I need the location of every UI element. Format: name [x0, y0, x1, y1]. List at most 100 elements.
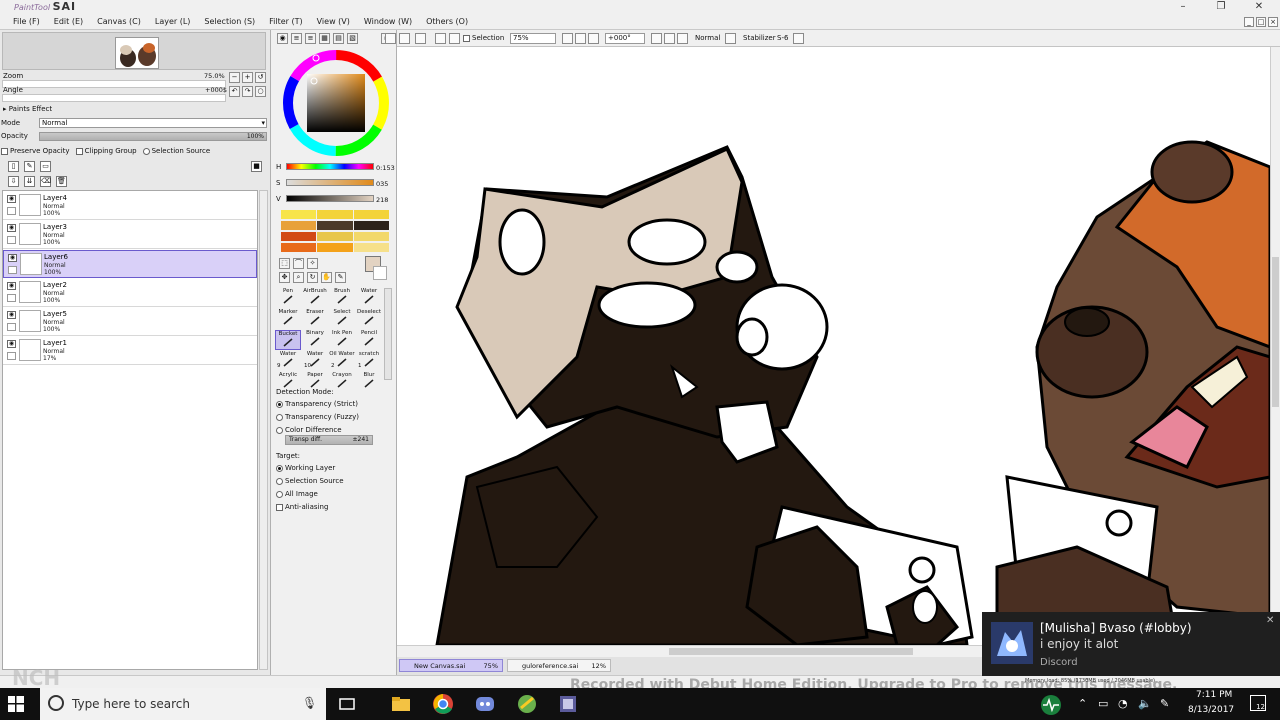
clipping-group-checkbox[interactable]: Clipping Group — [75, 147, 137, 155]
select-rect-icon[interactable]: ⬚ — [279, 258, 290, 269]
close-icon[interactable]: ✕ — [1266, 615, 1274, 626]
menu-item[interactable]: Edit (E) — [47, 16, 90, 28]
toolbar-zoom-out-icon[interactable] — [562, 33, 573, 44]
vertical-scroll-thumb[interactable] — [1272, 257, 1279, 407]
layer-panel-menu-icon[interactable]: ■ — [251, 161, 262, 172]
tool-button[interactable]: Pen — [275, 288, 301, 308]
tool-button[interactable]: Binary — [302, 330, 328, 350]
task-view-icon[interactable] — [336, 693, 358, 715]
tool-button[interactable]: Brush — [329, 288, 355, 308]
discord-notification[interactable]: [Mulisha] Bvaso (#lobby) i enjoy it alot… — [982, 612, 1280, 676]
horizontal-scroll-thumb[interactable] — [669, 648, 913, 655]
eyedropper-icon[interactable]: ✎ — [335, 272, 346, 283]
eye-icon[interactable]: ◉ — [7, 195, 16, 203]
blend-mode-display[interactable]: Normal — [695, 34, 720, 42]
rotate-right-icon[interactable]: ↷ — [242, 86, 253, 97]
tool-button[interactable]: Bucket — [275, 330, 301, 350]
layer-list-scrollbar[interactable] — [259, 190, 268, 670]
detection-option-radio[interactable]: Transparency (Strict) — [276, 400, 358, 408]
action-center-icon[interactable]: 12 — [1250, 695, 1266, 711]
swatch-row-1[interactable] — [281, 210, 389, 219]
file-explorer-icon[interactable] — [390, 693, 412, 715]
new-folder-icon[interactable]: ▭ — [40, 161, 51, 172]
doc-minimize-button[interactable]: _ — [1244, 17, 1254, 27]
detection-option-radio[interactable]: Color Difference — [276, 426, 342, 434]
opacity-slider[interactable]: 100% — [39, 132, 267, 141]
document-tab[interactable]: guloreference.sai 12% — [507, 659, 611, 672]
menu-item[interactable]: View (V) — [310, 16, 357, 28]
eye-icon[interactable]: ◉ — [7, 340, 16, 348]
menu-item[interactable]: Others (O) — [419, 16, 475, 28]
recorder-app-icon[interactable] — [557, 693, 579, 715]
lasso-icon[interactable]: ⌒ — [293, 258, 304, 269]
move-icon[interactable]: ✥ — [279, 272, 290, 283]
menu-item[interactable]: Filter (T) — [262, 16, 309, 28]
zoom-tool-icon[interactable]: ⌕ — [293, 272, 304, 283]
layer-lock-icon[interactable] — [7, 207, 16, 215]
rotate-tool-icon[interactable]: ↻ — [307, 272, 318, 283]
toolbar-rotate-left-icon[interactable] — [651, 33, 662, 44]
transfer-down-icon[interactable]: ⇩ — [8, 176, 19, 187]
eye-icon[interactable]: ◉ — [8, 254, 17, 262]
rotate-left-icon[interactable]: ↶ — [229, 86, 240, 97]
eye-icon[interactable]: ◉ — [7, 224, 16, 232]
zoom-out-icon[interactable]: − — [229, 72, 240, 83]
target-option-radio[interactable]: Selection Source — [276, 477, 344, 485]
stabilizer-dropdown-icon[interactable] — [793, 33, 804, 44]
delete-layer-icon[interactable]: 🗑 — [56, 176, 67, 187]
toolbar-show-selection-icon[interactable] — [449, 33, 460, 44]
toolbar-zoom-reset-icon[interactable] — [588, 33, 599, 44]
layer-row[interactable]: ◉ Layer5 Normal 100% — [3, 308, 257, 336]
doc-close-button[interactable]: × — [1268, 17, 1278, 27]
layer-row[interactable]: ◉ Layer4 Normal 100% — [3, 192, 257, 220]
menu-item[interactable]: Layer (L) — [148, 16, 198, 28]
intermediate-color-tab-icon[interactable]: ▦ — [319, 33, 330, 44]
minimize-button[interactable]: – — [1174, 1, 1192, 13]
navigator-thumbnail[interactable] — [115, 37, 159, 69]
anti-aliasing-checkbox[interactable]: Anti-aliasing — [276, 503, 328, 511]
chrome-icon[interactable] — [432, 693, 454, 715]
document-tab[interactable]: New Canvas.sai 75% — [399, 659, 503, 672]
volume-icon[interactable]: 🔈 — [1138, 697, 1152, 710]
menu-item[interactable]: Window (W) — [357, 16, 419, 28]
toolbar-deselect-icon[interactable] — [415, 33, 426, 44]
eye-icon[interactable]: ◉ — [7, 311, 16, 319]
battery-icon[interactable]: ▭ — [1098, 697, 1108, 710]
new-layer-icon[interactable]: ▯ — [8, 161, 19, 172]
windows-start-icon[interactable] — [8, 696, 24, 712]
toolbar-rotate-right-icon[interactable] — [664, 33, 675, 44]
layer-row[interactable]: ◉ Layer1 Normal 17% — [3, 337, 257, 365]
maximize-button[interactable]: ❐ — [1212, 1, 1230, 13]
menu-item[interactable]: Selection (S) — [197, 16, 262, 28]
value-slider[interactable] — [286, 195, 374, 202]
layer-lock-icon[interactable] — [8, 266, 17, 274]
merge-down-icon[interactable]: ⇊ — [24, 176, 35, 187]
microphone-icon[interactable]: 🎙 — [302, 696, 317, 710]
color-wheel[interactable] — [281, 48, 391, 158]
activity-tray-icon[interactable] — [1040, 694, 1062, 716]
close-window-button[interactable]: ✕ — [1250, 1, 1268, 13]
layer-lock-icon[interactable] — [7, 294, 16, 302]
tool-button[interactable]: Select — [329, 309, 355, 329]
toolbar-invert-icon[interactable] — [435, 33, 446, 44]
hue-slider[interactable] — [286, 163, 374, 170]
toolbar-rotate-reset-icon[interactable] — [677, 33, 688, 44]
paint-tool-sai-icon[interactable] — [516, 693, 538, 715]
zoom-reset-icon[interactable]: ↺ — [255, 72, 266, 83]
tool-button[interactable]: Pencil — [356, 330, 382, 350]
hand-tool-icon[interactable]: ✋ — [321, 272, 332, 283]
saturation-slider[interactable] — [286, 179, 374, 186]
tool-button[interactable]: Blur — [356, 372, 382, 392]
preserve-opacity-checkbox[interactable]: Preserve Opacity — [1, 147, 70, 155]
layer-row[interactable]: ◉ Layer2 Normal 100% — [3, 279, 257, 307]
swatch-row-2[interactable] — [281, 221, 389, 230]
layer-lock-icon[interactable] — [7, 352, 16, 360]
swatch-row-4[interactable] — [281, 243, 389, 252]
rgb-slider-tab-icon[interactable]: ≡ — [291, 33, 302, 44]
tool-button[interactable]: Deselect — [356, 309, 382, 329]
layer-row[interactable]: ◉ Layer3 Normal 100% — [3, 221, 257, 249]
zoom-slider[interactable] — [2, 80, 226, 88]
menu-item[interactable]: Canvas (C) — [90, 16, 148, 28]
clear-layer-icon[interactable]: ⌫ — [40, 176, 51, 187]
chevron-up-icon[interactable]: ⌃ — [1078, 697, 1087, 710]
